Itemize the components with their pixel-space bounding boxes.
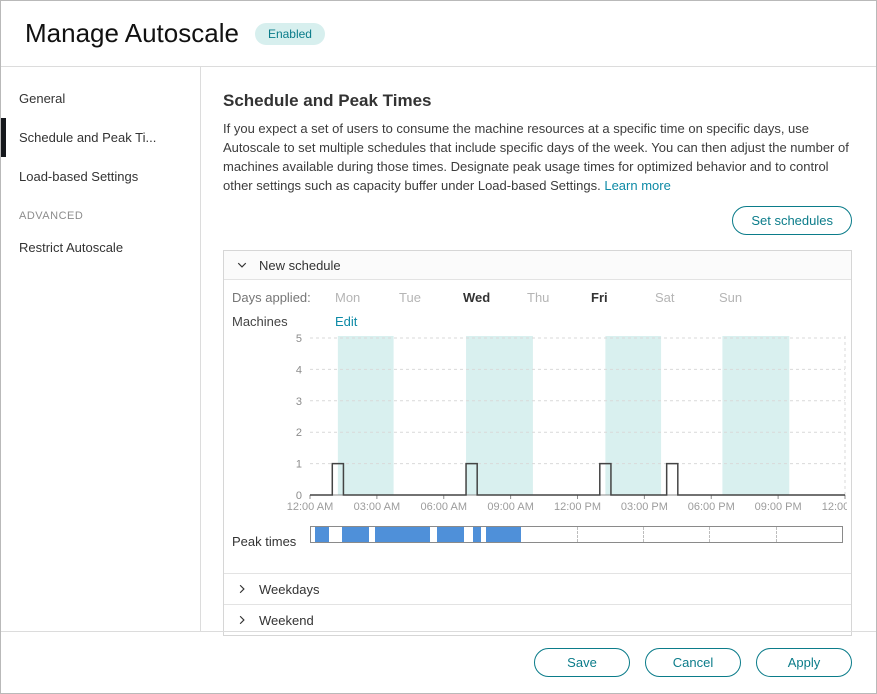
accordion-header-new-schedule[interactable]: New schedule <box>224 251 851 280</box>
svg-text:5: 5 <box>296 333 302 345</box>
apply-button[interactable]: Apply <box>756 648 852 677</box>
days-values: MonTueWedThuFriSatSun <box>335 290 783 305</box>
edit-machines-link[interactable]: Edit <box>335 314 357 329</box>
svg-text:09:00 AM: 09:00 AM <box>487 501 533 513</box>
description-body: If you expect a set of users to consume … <box>223 121 849 193</box>
schedules-accordion: New schedule Days applied: MonTueWedThuF… <box>223 250 852 636</box>
chevron-right-icon <box>236 614 248 626</box>
accordion-label-weekdays: Weekdays <box>259 582 319 597</box>
peak-bar-separator <box>776 527 777 542</box>
machines-chart-wrap: 01234512:00 AM03:00 AM06:00 AM09:00 AM12… <box>232 333 843 520</box>
day-label: Fri <box>591 290 655 305</box>
day-label: Sat <box>655 290 719 305</box>
status-badge: Enabled <box>255 23 325 45</box>
manage-autoscale-window: Manage Autoscale Enabled General Schedul… <box>0 0 877 694</box>
chevron-right-icon <box>236 583 248 595</box>
peak-times-label: Peak times <box>232 534 310 549</box>
main-content: Schedule and Peak Times If you expect a … <box>201 67 876 631</box>
peak-bar-separator <box>709 527 710 542</box>
day-label: Wed <box>463 290 527 305</box>
sidebar-item-load-based-settings[interactable]: Load-based Settings <box>1 157 200 196</box>
peak-bar-separator <box>577 527 578 542</box>
svg-text:12:00 PM: 12:00 PM <box>554 501 601 513</box>
chevron-down-icon <box>236 259 248 271</box>
day-label: Mon <box>335 290 399 305</box>
sidebar-item-general[interactable]: General <box>1 79 200 118</box>
cancel-button[interactable]: Cancel <box>645 648 741 677</box>
learn-more-link[interactable]: Learn more <box>604 178 670 193</box>
days-applied-row: Days applied: MonTueWedThuFriSatSun <box>232 290 843 305</box>
peak-time-segment <box>315 527 328 542</box>
machines-row: Machines Edit <box>232 314 843 329</box>
svg-text:06:00 AM: 06:00 AM <box>421 501 467 513</box>
description-text: If you expect a set of users to consume … <box>223 120 852 195</box>
day-label: Tue <box>399 290 463 305</box>
days-applied-label: Days applied: <box>232 290 335 305</box>
machines-chart: 01234512:00 AM03:00 AM06:00 AM09:00 AM12… <box>232 333 847 515</box>
peak-time-segment <box>437 527 464 542</box>
footer-bar: Save Cancel Apply <box>1 631 876 693</box>
peak-time-segment <box>342 527 369 542</box>
svg-text:4: 4 <box>296 365 302 377</box>
svg-text:06:00 PM: 06:00 PM <box>688 501 735 513</box>
sidebar-section-advanced: ADVANCED <box>1 196 200 228</box>
set-schedules-button[interactable]: Set schedules <box>732 206 852 235</box>
svg-text:12:00 AM: 12:00 AM <box>287 501 333 513</box>
peak-bar-separator <box>643 527 644 542</box>
day-label: Thu <box>527 290 591 305</box>
svg-text:03:00 PM: 03:00 PM <box>621 501 668 513</box>
save-button[interactable]: Save <box>534 648 630 677</box>
svg-text:3: 3 <box>296 396 302 408</box>
svg-text:09:00 PM: 09:00 PM <box>755 501 802 513</box>
svg-text:2: 2 <box>296 428 302 440</box>
svg-text:1: 1 <box>296 459 302 471</box>
peak-time-segment <box>486 527 521 542</box>
sidebar: General Schedule and Peak Ti... Load-bas… <box>1 67 201 631</box>
peak-time-segment <box>473 527 482 542</box>
accordion-label-new-schedule: New schedule <box>259 258 341 273</box>
window-header: Manage Autoscale Enabled <box>1 1 876 67</box>
svg-text:12:00 AM: 12:00 AM <box>822 501 847 513</box>
new-schedule-panel: Days applied: MonTueWedThuFriSatSun Mach… <box>224 280 851 573</box>
machines-label: Machines <box>232 314 335 329</box>
sidebar-item-restrict-autoscale[interactable]: Restrict Autoscale <box>1 228 200 267</box>
accordion-header-weekdays[interactable]: Weekdays <box>224 573 851 604</box>
svg-text:03:00 AM: 03:00 AM <box>354 501 400 513</box>
peak-times-bar <box>310 526 843 543</box>
day-label: Sun <box>719 290 783 305</box>
page-title: Manage Autoscale <box>25 18 239 49</box>
peak-time-segment <box>375 527 430 542</box>
content-heading: Schedule and Peak Times <box>223 91 852 111</box>
accordion-label-weekend: Weekend <box>259 613 314 628</box>
peak-times-row: Peak times <box>232 526 843 557</box>
sidebar-item-schedule-and-peak-times[interactable]: Schedule and Peak Ti... <box>1 118 200 157</box>
